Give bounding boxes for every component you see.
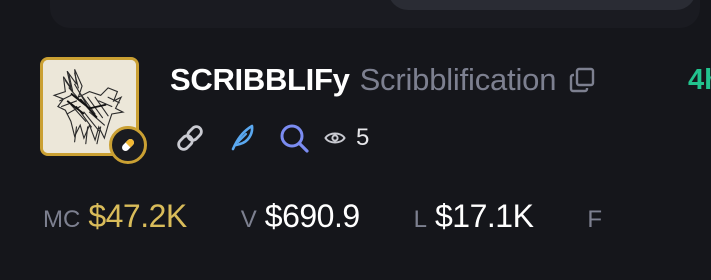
stat-value-l: $17.1K bbox=[435, 198, 534, 234]
stat-fees: F bbox=[587, 206, 602, 234]
eye-icon bbox=[324, 132, 346, 144]
search-icon[interactable] bbox=[276, 120, 312, 156]
token-links-row: 5 bbox=[172, 120, 369, 156]
stat-value-v: $690.9 bbox=[264, 198, 360, 234]
stat-value-mc: $47.2K bbox=[88, 198, 187, 234]
stat-label-mc: MC bbox=[43, 206, 81, 233]
age-indicator: 4h bbox=[688, 64, 711, 96]
watchers-number: 5 bbox=[356, 124, 370, 151]
link-icon[interactable] bbox=[172, 120, 208, 156]
watchers-count: 5 bbox=[324, 124, 369, 152]
copy-icon[interactable] bbox=[568, 66, 596, 94]
token-symbol: SCRIBBLIFy bbox=[170, 62, 350, 97]
pill-badge bbox=[109, 126, 147, 164]
stat-label-l: L bbox=[413, 206, 427, 233]
stat-label-f: F bbox=[587, 206, 603, 233]
stat-liquidity: L $17.1K bbox=[414, 198, 534, 235]
token-title-row: SCRIBBLIFy Scribblification bbox=[170, 62, 596, 98]
feather-icon[interactable] bbox=[224, 120, 260, 156]
top-search-field[interactable] bbox=[388, 0, 696, 10]
stat-volume: V $690.9 bbox=[241, 198, 360, 235]
token-header-panel: SCRIBBLIFy Scribblification 4h bbox=[0, 0, 711, 280]
stat-market-cap: MC $47.2K bbox=[43, 198, 187, 235]
token-name: Scribblification bbox=[359, 62, 557, 97]
stat-label-v: V bbox=[240, 206, 257, 233]
pill-icon bbox=[122, 139, 134, 151]
token-stats-row: MC $47.2K V $690.9 L $17.1K F bbox=[43, 198, 602, 235]
